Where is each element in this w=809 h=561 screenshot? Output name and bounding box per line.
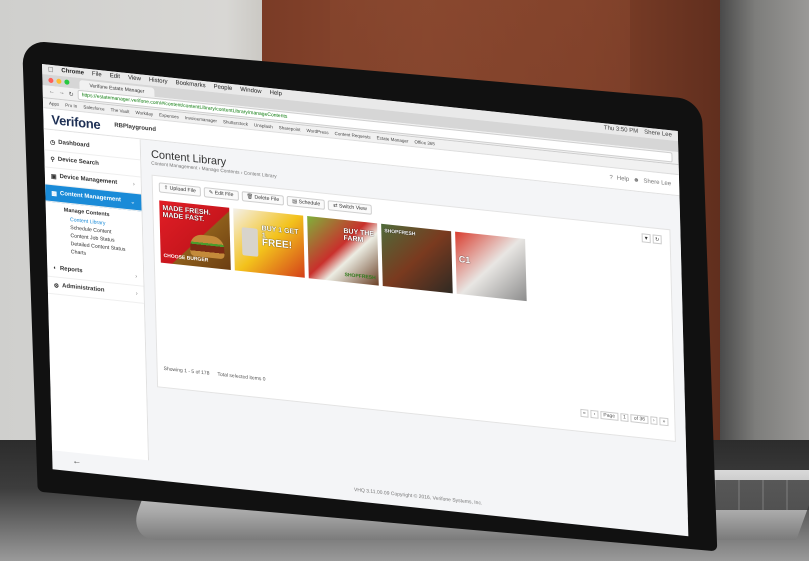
main-content: Content Library Content Management › Man… <box>140 139 688 518</box>
sidebar-item-label: Device Management <box>59 173 118 186</box>
help-icon[interactable]: ? <box>609 175 612 181</box>
thumbnail-caption: SHOPFRESH <box>384 228 416 238</box>
bookmark-item[interactable]: Pro In <box>65 102 77 108</box>
close-window-icon[interactable] <box>48 77 54 84</box>
bookmark-item[interactable]: Shutterstock <box>223 119 248 127</box>
back-icon[interactable]: ← <box>49 89 55 96</box>
bookmark-item[interactable]: The Vault <box>110 107 129 114</box>
first-page-icon[interactable]: « <box>579 408 589 418</box>
schedule-label: Schedule <box>298 199 321 208</box>
pagination-row: Showing 1 - 5 of 178 Total selected item… <box>163 365 669 427</box>
app-body: ◷ Dashboard ⚲ Device Search ▣ Device Man… <box>43 129 688 518</box>
menu-help[interactable]: Help <box>270 90 282 97</box>
menu-people[interactable]: People <box>214 84 233 92</box>
content-thumbnail[interactable]: BUY THE FARM SHOPFRESH <box>307 216 379 286</box>
thumbnail-caption: C1 <box>458 253 471 266</box>
bookmark-item[interactable]: Estate Manager <box>377 135 409 143</box>
forward-icon[interactable]: → <box>59 90 65 97</box>
bookmark-item[interactable]: Sharepoint <box>279 125 301 132</box>
prev-page-icon[interactable]: ‹ <box>590 409 599 419</box>
switch-view-button[interactable]: ⇄ Switch View <box>328 200 373 215</box>
selected-count: Total selected items 0 <box>217 371 266 383</box>
chevron-down-icon: ⌄ <box>130 198 136 206</box>
apple-icon[interactable]:  <box>48 66 53 74</box>
thumbnail-caption: BUY THE FARM <box>343 228 374 245</box>
page-label: Page <box>600 410 619 421</box>
upload-file-label: Upload File <box>169 185 196 195</box>
help-link[interactable]: Help <box>617 176 629 183</box>
chevron-right-icon: › <box>135 273 138 281</box>
content-thumbnail[interactable]: BUY 1 GET 1 FREE! <box>233 208 305 278</box>
chevron-right-icon: › <box>135 290 138 298</box>
pagination: « ‹ Page 1 of 36 › » <box>579 408 669 427</box>
bookmark-item[interactable]: Expenses <box>159 112 179 119</box>
delete-file-label: Delete File <box>254 194 280 204</box>
delete-file-button[interactable]: 🗑 Delete File <box>241 191 285 206</box>
maximize-window-icon[interactable] <box>64 79 70 85</box>
chevron-right-icon: › <box>132 181 135 188</box>
coffee-cup-image <box>241 227 259 257</box>
menu-file[interactable]: File <box>92 71 102 78</box>
minimize-window-icon[interactable] <box>56 78 62 85</box>
bookmark-item[interactable]: Invoicemanager <box>185 115 217 123</box>
thumbnail-subcaption: SHOPFRESH <box>344 271 376 282</box>
edit-file-label: Edit File <box>214 190 234 199</box>
device-icon: ▣ <box>50 173 57 181</box>
thumbnail-text: FARM <box>343 234 364 244</box>
bookmark-item[interactable]: Unsplash <box>254 122 273 129</box>
content-thumbnail[interactable]: MADE FRESH. MADE FAST. CHOOSE BURGER <box>159 200 231 270</box>
menu-edit[interactable]: Edit <box>110 73 120 80</box>
verifone-logo[interactable]: Verifone <box>51 111 100 131</box>
sidebar: ◷ Dashboard ⚲ Device Search ▣ Device Man… <box>43 129 150 461</box>
bookmark-item[interactable]: Office 365 <box>414 139 435 146</box>
switch-view-label: Switch View <box>338 203 367 213</box>
bookmark-item[interactable]: Salesforce <box>83 104 104 111</box>
content-thumbnail[interactable]: SHOPFRESH <box>381 223 453 294</box>
bookmark-item[interactable]: Apps <box>49 101 59 107</box>
menubar-app[interactable]: Chrome <box>61 68 84 76</box>
content-icon: ▩ <box>51 190 58 198</box>
refresh-icon[interactable]: ↻ <box>652 234 662 245</box>
dashboard-icon: ◷ <box>49 139 56 146</box>
reports-icon: ◐ <box>53 265 58 272</box>
bookmark-item[interactable]: WordPress <box>306 128 328 135</box>
sidebar-item-label: Administration <box>62 283 105 294</box>
schedule-button[interactable]: ▤ Schedule <box>287 195 326 210</box>
thumbnail-caption: BUY 1 GET 1 FREE! <box>262 225 305 251</box>
laptop-screen:  Chrome File Edit View History Bookmark… <box>42 64 689 537</box>
content-thumbnail[interactable]: C1 <box>455 231 527 302</box>
next-page-icon[interactable]: › <box>649 416 658 426</box>
menu-history[interactable]: History <box>149 77 168 85</box>
sidebar-item-label: Content Management <box>59 190 122 204</box>
window-controls <box>48 75 70 88</box>
store-name: RBPlayground <box>114 122 157 134</box>
filter-icon[interactable]: ▼ <box>641 233 651 244</box>
bookmark-item[interactable]: Content Requests <box>335 131 371 140</box>
administration-icon: ⚙ <box>53 282 60 290</box>
menu-view[interactable]: View <box>128 75 141 82</box>
edit-file-button[interactable]: ✎ Edit File <box>203 187 239 201</box>
reload-icon[interactable]: ↻ <box>69 90 74 98</box>
sidebar-item-label: Dashboard <box>58 139 90 150</box>
menu-window[interactable]: Window <box>240 87 261 95</box>
bookmark-item[interactable]: Workday <box>135 110 153 117</box>
content-card: ⇧ Upload File ✎ Edit File 🗑 Delete File … <box>151 174 676 442</box>
user-avatar-icon[interactable]: ☻ <box>633 177 639 184</box>
sidebar-item-label: Device Search <box>57 156 99 168</box>
search-icon: ⚲ <box>50 156 55 163</box>
showing-count: Showing 1 - 5 of 178 <box>163 365 210 377</box>
thumbnail-caption: MADE FRESH. MADE FAST. <box>162 205 211 224</box>
sidebar-item-label: Reports <box>59 265 83 275</box>
user-menu[interactable]: Shere Lee <box>643 178 671 187</box>
page-total: of 36 <box>630 414 649 425</box>
thumbnail-text: FREE! <box>261 237 293 252</box>
last-page-icon[interactable]: » <box>659 417 669 427</box>
upload-file-button[interactable]: ⇧ Upload File <box>158 182 202 197</box>
collapse-sidebar-icon[interactable]: ← <box>72 455 81 466</box>
page-input[interactable]: 1 <box>619 413 629 423</box>
